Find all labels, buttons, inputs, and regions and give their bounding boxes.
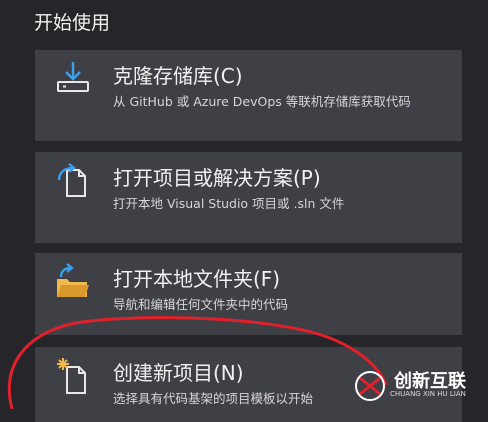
open-project-button[interactable]: 打开项目或解决方案(P) 打开本地 Visual Studio 项目或 .sln… [35, 152, 462, 243]
watermark-logo-icon [355, 371, 385, 401]
clone-repository-description: 从 GitHub 或 Azure DevOps 等联机存储库获取代码 [113, 94, 411, 109]
open-project-heading: 打开项目或解决方案(P) [113, 166, 321, 190]
section-title: 开始使用 [34, 12, 111, 34]
open-project-description: 打开本地 Visual Studio 项目或 .sln 文件 [113, 196, 345, 211]
watermark-subtext: CHUANG XIN HU LIAN [390, 390, 466, 398]
clone-repository-icon [57, 62, 89, 92]
open-folder-description: 导航和编辑任何文件夹中的代码 [113, 297, 289, 312]
clone-repository-heading: 克隆存储库(C) [113, 64, 243, 88]
new-project-heading: 创建新项目(N) [113, 361, 244, 385]
clone-repository-button[interactable]: 克隆存储库(C) 从 GitHub 或 Azure DevOps 等联机存储库获… [35, 50, 462, 141]
open-folder-heading: 打开本地文件夹(F) [113, 267, 281, 291]
new-project-icon [57, 358, 86, 394]
watermark: 创新互联 CHUANG XIN HU LIAN [350, 364, 488, 409]
open-folder-button[interactable]: 打开本地文件夹(F) 导航和编辑任何文件夹中的代码 [35, 253, 462, 335]
open-project-icon [57, 163, 86, 197]
open-folder-icon [57, 263, 89, 297]
